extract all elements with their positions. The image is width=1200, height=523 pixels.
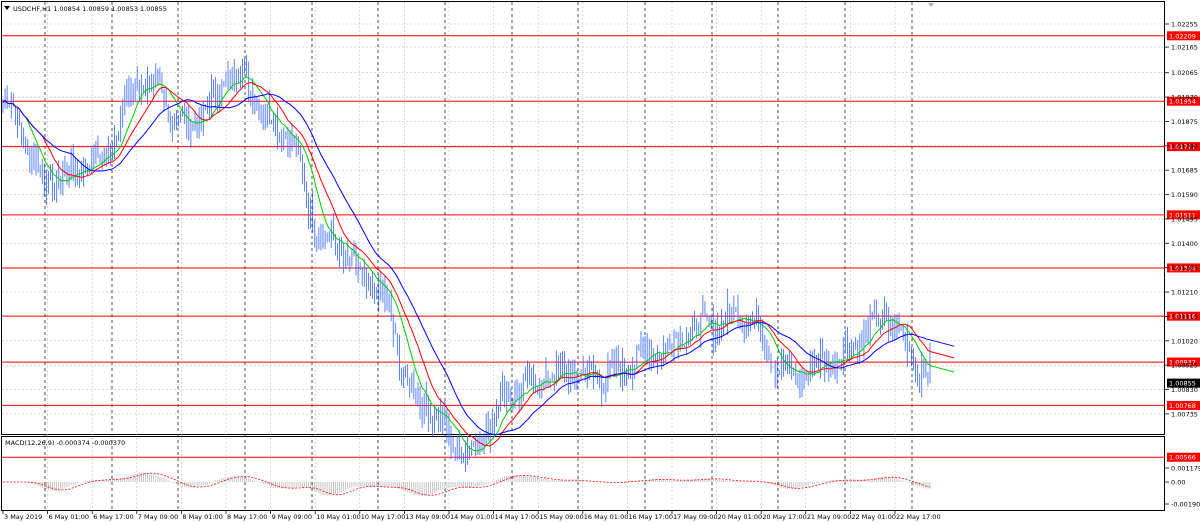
time-tick-label: 20 May 01:00 — [718, 513, 763, 521]
price-tick-label: 1.02255 — [1171, 21, 1198, 29]
time-axis: 3 May 2019 6 May 01:00 6 May 17:00 7 May 09… — [2, 510, 941, 521]
price-tick-label: 1.01780 — [1171, 142, 1198, 150]
macd-signal-line — [3, 472, 931, 496]
macd-title: MACD(12,26,9) -0.000374 -0.000370 — [5, 439, 125, 447]
price-tick-label: 1.01305 — [1171, 264, 1198, 272]
grid-lines — [2, 2, 1165, 510]
time-tick-label: 13 May 09:00 — [405, 513, 450, 521]
time-tick-label: 7 May 09:00 — [138, 513, 178, 521]
dropdown-arrow-icon[interactable] — [4, 6, 10, 10]
chart-shift-icon[interactable] — [928, 3, 934, 7]
time-tick-label: 10 May 17:00 — [361, 513, 406, 521]
time-tick-label: 14 May 01:00 — [450, 513, 495, 521]
price-tick-label: 1.01875 — [1171, 118, 1198, 126]
price-tick-label: 1.02165 — [1171, 44, 1198, 52]
price-tick-label: 1.00830 — [1171, 386, 1198, 394]
time-tick-label: 16 May 17:00 — [628, 513, 673, 521]
time-tick-label: 22 May 01:00 — [851, 513, 896, 521]
time-tick-label: 21 May 09:00 — [807, 513, 852, 521]
ma-slow-line — [2, 93, 955, 436]
time-tick-label: 14 May 17:00 — [495, 513, 540, 521]
chart-window[interactable]: 1.02209 1.01954 1.01777 1.01511 1.01304 1.011… — [0, 0, 1200, 523]
time-tick-label: 6 May 01:00 — [49, 513, 89, 521]
ma-mid-line — [2, 81, 955, 447]
price-tick-label: 1.01115 — [1171, 313, 1198, 321]
price-tick-label: 1.00925 — [1171, 362, 1198, 370]
level-tag-label: 1.00768 — [1169, 402, 1196, 410]
price-tick-label: 1.01400 — [1171, 240, 1198, 248]
macd-tick-label: 0.00 — [1171, 479, 1185, 487]
price-tick-label: 1.01590 — [1171, 191, 1198, 199]
time-tick-label: 9 May 09:00 — [272, 513, 312, 521]
time-tick-label: 17 May 09:00 — [673, 513, 718, 521]
time-tick-label: 10 May 01:00 — [316, 513, 361, 521]
price-tick-label: 1.02065 — [1171, 69, 1198, 77]
macd-tick-label: 0.001179 — [1171, 465, 1200, 473]
time-tick-label: 8 May 01:00 — [182, 513, 222, 521]
macd-tick-label: -0.001902 — [1171, 501, 1200, 509]
price-tick-label: 1.00735 — [1171, 410, 1198, 418]
price-tick-label: 1.01495 — [1171, 215, 1198, 223]
time-tick-label: 8 May 17:00 — [227, 513, 267, 521]
level-tag-label: 1.02209 — [1169, 32, 1196, 40]
price-tick-label: 1.01685 — [1171, 167, 1198, 175]
price-tick-label: 1.01210 — [1171, 289, 1198, 297]
price-tick-label: 1.01020 — [1171, 337, 1198, 345]
time-tick-label: 15 May 09:00 — [539, 513, 584, 521]
day-separators — [44, 2, 913, 510]
price-chart[interactable]: 1.022091.019541.017771.015111.013041.011… — [0, 0, 1200, 523]
macd-indicator: 0.001179 0.00 -0.001902 — [3, 465, 1200, 509]
time-tick-label: 6 May 17:00 — [93, 513, 133, 521]
chart-title: USDCHF,H1 1.00854 1.00859 1.00853 1.0085… — [13, 5, 167, 13]
time-tick-label: 16 May 01:00 — [584, 513, 629, 521]
level-tag-label: 1.00566 — [1169, 454, 1196, 462]
time-tick-label: 3 May 2019 — [4, 513, 42, 521]
price-tick-label: 1.01970 — [1171, 94, 1198, 102]
time-tick-label: 20 May 17:00 — [762, 513, 807, 521]
moving-averages — [2, 76, 955, 452]
time-tick-label: 22 May 17:00 — [896, 513, 941, 521]
